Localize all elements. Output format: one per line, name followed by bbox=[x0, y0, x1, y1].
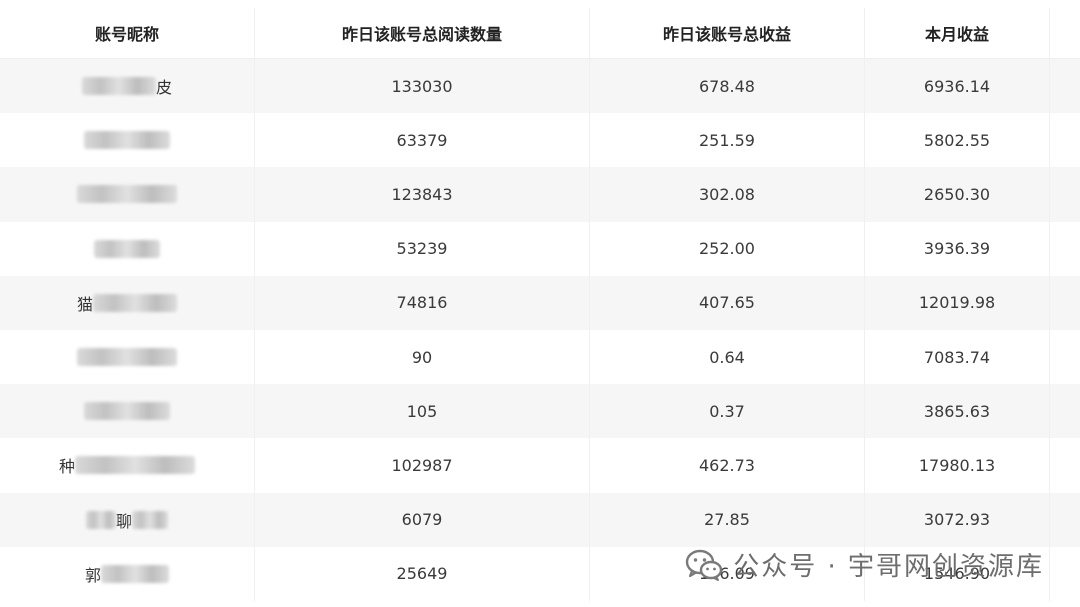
redacted-name bbox=[85, 510, 116, 529]
account-nickname-cell: 聊 bbox=[0, 492, 255, 547]
reads-cell: 74816 bbox=[255, 275, 590, 330]
month-earnings-cell: 17980.13 bbox=[865, 438, 1050, 493]
table-row: 皮 133030 678.48 6936.14 bbox=[0, 59, 1080, 114]
reads-cell: 123843 bbox=[255, 167, 590, 222]
table-row: 53239 252.00 3936.39 bbox=[0, 221, 1080, 276]
reads-cell: 102987 bbox=[255, 438, 590, 493]
month-earnings-cell: 3072.93 bbox=[865, 492, 1050, 547]
name-visible-char: 皮 bbox=[155, 78, 172, 98]
account-nickname-cell: 郭 bbox=[0, 546, 255, 601]
account-nickname-cell bbox=[0, 113, 255, 168]
redacted-name bbox=[132, 510, 168, 529]
yesterday-earnings-cell: 0.37 bbox=[590, 384, 865, 439]
table-header-row: 账号昵称 昨日该账号总阅读数量 昨日该账号总收益 本月收益 bbox=[0, 8, 1080, 59]
yesterday-earnings-cell: 27.85 bbox=[590, 492, 865, 547]
month-earnings-cell: 5802.55 bbox=[865, 113, 1050, 168]
name-visible-char: 猫 bbox=[76, 294, 93, 314]
account-nickname-cell bbox=[0, 329, 255, 385]
redacted-name bbox=[75, 456, 195, 475]
redacted-name bbox=[93, 293, 177, 312]
wechat-watermark: 公众号 · 宇哥网创资源库 bbox=[685, 546, 1044, 583]
account-nickname-cell bbox=[0, 384, 255, 439]
reads-cell: 133030 bbox=[255, 59, 590, 114]
table-row: 90 0.64 7083.74 bbox=[0, 329, 1080, 385]
account-nickname-cell bbox=[0, 167, 255, 222]
redacted-name bbox=[84, 402, 170, 421]
table-row: 聊 6079 27.85 3072.93 bbox=[0, 492, 1080, 547]
account-nickname-cell: 皮 bbox=[0, 59, 255, 114]
watermark-text: 公众号 · 宇哥网创资源库 bbox=[733, 552, 1044, 582]
reads-cell: 105 bbox=[255, 384, 590, 439]
header-yesterday-earnings: 昨日该账号总收益 bbox=[590, 8, 865, 58]
yesterday-earnings-cell: 0.64 bbox=[590, 329, 865, 385]
account-nickname-cell: 猫 bbox=[0, 275, 255, 330]
table-row: 猫 74816 407.65 12019.98 bbox=[0, 275, 1080, 330]
reads-cell: 90 bbox=[255, 329, 590, 385]
header-yesterday-reads: 昨日该账号总阅读数量 bbox=[255, 8, 590, 58]
reads-cell: 53239 bbox=[255, 221, 590, 276]
yesterday-earnings-cell: 302.08 bbox=[590, 167, 865, 222]
header-account-nickname: 账号昵称 bbox=[0, 8, 255, 58]
month-earnings-cell: 2650.30 bbox=[865, 167, 1050, 222]
table-row: 123843 302.08 2650.30 bbox=[0, 167, 1080, 222]
yesterday-earnings-cell: 462.73 bbox=[590, 438, 865, 493]
reads-cell: 6079 bbox=[255, 492, 590, 547]
yesterday-earnings-cell: 252.00 bbox=[590, 221, 865, 276]
yesterday-earnings-cell: 251.59 bbox=[590, 113, 865, 168]
account-nickname-cell: 种 bbox=[0, 438, 255, 493]
redacted-name bbox=[77, 185, 177, 204]
redacted-name bbox=[101, 564, 169, 583]
header-month-earnings: 本月收益 bbox=[865, 8, 1050, 58]
table-row: 63379 251.59 5802.55 bbox=[0, 113, 1080, 168]
month-earnings-cell: 3936.39 bbox=[865, 221, 1050, 276]
name-visible-char: 郭 bbox=[84, 565, 101, 585]
reads-cell: 25649 bbox=[255, 546, 590, 601]
table-row: 种 102987 462.73 17980.13 bbox=[0, 438, 1080, 493]
month-earnings-cell: 12019.98 bbox=[865, 275, 1050, 330]
table-row: 105 0.37 3865.63 bbox=[0, 384, 1080, 439]
redacted-name bbox=[81, 77, 156, 96]
account-nickname-cell bbox=[0, 221, 255, 276]
yesterday-earnings-cell: 678.48 bbox=[590, 59, 865, 114]
earnings-table: 账号昵称 昨日该账号总阅读数量 昨日该账号总收益 本月收益 皮 133030 6… bbox=[0, 8, 1080, 601]
month-earnings-cell: 6936.14 bbox=[865, 59, 1050, 114]
name-visible-char: 种 bbox=[58, 457, 75, 477]
name-visible-char: 聊 bbox=[115, 511, 132, 531]
redacted-name bbox=[94, 239, 160, 258]
header-extra-column bbox=[1050, 8, 1080, 58]
wechat-icon bbox=[686, 549, 723, 581]
redacted-name bbox=[84, 131, 170, 150]
month-earnings-cell: 3865.63 bbox=[865, 384, 1050, 439]
reads-cell: 63379 bbox=[255, 113, 590, 168]
yesterday-earnings-cell: 407.65 bbox=[590, 275, 865, 330]
month-earnings-cell: 7083.74 bbox=[865, 329, 1050, 385]
redacted-name bbox=[77, 348, 177, 367]
